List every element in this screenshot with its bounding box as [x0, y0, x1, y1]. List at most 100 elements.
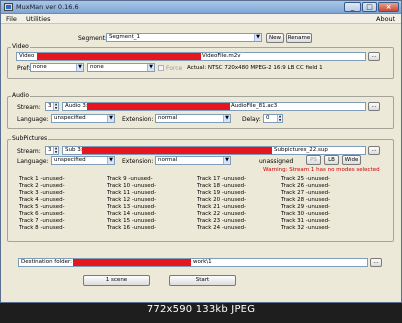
subpictures-group-title: SubPictures: [11, 135, 49, 142]
track-item: Track 32 -unused-: [281, 225, 331, 231]
rename-segment-button[interactable]: Rename: [286, 33, 312, 43]
lb-button[interactable]: LB: [324, 155, 339, 165]
sub-file-prefix: Sub 3:: [65, 147, 83, 153]
window-title: MuxMan ver 0.16.6: [16, 3, 79, 11]
menu-file[interactable]: File: [6, 15, 17, 23]
track-item: Track 3 -unused-: [19, 190, 65, 196]
track-item: Track 31 -unused-: [281, 218, 331, 224]
video-pref2-select[interactable]: none ▼: [87, 63, 155, 72]
sub-status-text: unassigned: [259, 158, 294, 165]
track-item: Track 13 -unused-: [107, 204, 157, 210]
track-item: Track 23 -unused-: [197, 218, 247, 224]
video-pref2-value: none: [90, 64, 104, 70]
redaction-bar: [37, 53, 201, 60]
track-item: Track 4 -unused-: [19, 197, 65, 203]
track-item: Track 8 -unused-: [19, 225, 65, 231]
chevron-down-icon: ▼: [254, 34, 261, 41]
audio-stream-label: Stream:: [17, 104, 41, 111]
audio-stream-spinner[interactable]: 3 ▲ ▼: [45, 102, 59, 111]
audio-group-title: Audio: [11, 92, 31, 99]
minimize-button[interactable]: _: [344, 2, 361, 12]
ps-button[interactable]: PS: [306, 155, 321, 165]
video-actual-info: Actual: NTSC 720x480 MPEG-2 16:9 LB CC f…: [187, 65, 323, 71]
track-item: Track 14 -unused-: [107, 211, 157, 217]
sub-extension-value: normal: [158, 157, 178, 163]
audio-language-value: unspecified: [54, 115, 86, 121]
audio-delay-spinner[interactable]: 0 ▲ ▼: [263, 114, 283, 123]
track-item: Track 27 -unused-: [281, 190, 331, 196]
track-item: Track 18 -unused-: [197, 183, 247, 189]
audio-group: Audio: [7, 92, 394, 129]
video-group-title: Video: [11, 43, 30, 50]
close-button[interactable]: ×: [378, 2, 399, 12]
video-file-name: VideoFile.m2v: [202, 53, 241, 59]
wide-button[interactable]: Wide: [342, 155, 361, 165]
sub-extension-label: Extension:: [122, 158, 154, 165]
menu-utilities[interactable]: Utilities: [26, 15, 50, 23]
audio-extension-select[interactable]: normal ▼: [155, 114, 231, 123]
track-item: Track 2 -unused-: [19, 183, 65, 189]
sub-file-name: Subpictures_22.sup: [274, 147, 328, 153]
video-pref1-select[interactable]: none ▼: [30, 63, 84, 72]
video-browse-button[interactable]: ...: [368, 52, 380, 61]
chevron-down-icon: ▼: [76, 64, 83, 71]
sub-file-field[interactable]: Sub 3: Subpictures_22.sup: [62, 146, 366, 155]
new-segment-button[interactable]: New: [266, 33, 284, 43]
redaction-bar: [87, 103, 230, 110]
redaction-bar: [82, 147, 272, 154]
spin-arrows-icon[interactable]: ▲ ▼: [53, 146, 58, 154]
sub-stream-label: Stream:: [17, 148, 41, 155]
sub-stream-spinner[interactable]: 3 ▲ ▼: [45, 146, 59, 155]
audio-file-prefix: Audio 3:: [65, 103, 88, 109]
audio-browse-button[interactable]: ...: [368, 102, 380, 111]
audio-language-select[interactable]: unspecified ▼: [51, 114, 115, 123]
track-item: Track 19 -unused-: [197, 190, 247, 196]
segment-select[interactable]: Segment_1 ▼: [106, 33, 262, 42]
sub-language-value: unspecified: [54, 157, 86, 163]
muxman-window: MuxMan ver 0.16.6 _ □ × File Utilities A…: [0, 0, 402, 303]
track-item: Track 11 -unused-: [107, 190, 157, 196]
video-file-field[interactable]: Video VideoFile.m2v: [16, 52, 366, 61]
track-item: Track 22 -unused-: [197, 211, 247, 217]
app-icon: [4, 3, 13, 11]
menu-about[interactable]: About: [376, 15, 395, 23]
audio-stream-value: 3: [48, 103, 52, 109]
track-item: Track 9 -unused-: [107, 176, 153, 182]
sub-language-select[interactable]: unspecified ▼: [51, 156, 115, 165]
segment-label: Segment:: [78, 35, 108, 42]
track-item: Track 12 -unused-: [107, 197, 157, 203]
start-button[interactable]: Start: [169, 275, 236, 286]
track-item: Track 10 -unused-: [107, 183, 157, 189]
audio-extension-value: normal: [158, 115, 178, 121]
audio-delay-label: Delay:: [242, 116, 261, 123]
sub-language-label: Language:: [17, 158, 49, 165]
chevron-down-icon: ▼: [147, 64, 154, 71]
track-item: Track 30 -unused-: [281, 211, 331, 217]
scene-button[interactable]: 1 scene: [83, 275, 150, 286]
track-item: Track 16 -unused-: [107, 225, 157, 231]
sub-extension-select[interactable]: normal ▼: [155, 156, 231, 165]
audio-file-field[interactable]: Audio 3: AudioFile_81.ac3: [62, 102, 366, 111]
track-item: Track 1 -unused-: [19, 176, 65, 182]
track-item: Track 6 -unused-: [19, 211, 65, 217]
track-item: Track 5 -unused-: [19, 204, 65, 210]
track-item: Track 26 -unused-: [281, 183, 331, 189]
chevron-down-icon: ▼: [223, 115, 230, 122]
destination-path: work\1: [193, 259, 212, 265]
segment-value: Segment_1: [109, 34, 140, 40]
track-item: Track 20 -unused-: [197, 197, 247, 203]
destination-field[interactable]: Destination folder: work\1: [18, 258, 368, 267]
force-checkbox[interactable]: [158, 65, 164, 71]
spin-arrows-icon[interactable]: ▲ ▼: [277, 114, 282, 122]
sub-browse-button[interactable]: ...: [368, 146, 380, 155]
track-item: Track 24 -unused-: [197, 225, 247, 231]
force-label: Force: [166, 65, 183, 72]
track-item: Track 15 -unused-: [107, 218, 157, 224]
maximize-button[interactable]: □: [362, 2, 377, 12]
sub-stream-value: 3: [48, 147, 52, 153]
chevron-down-icon: ▼: [107, 115, 114, 122]
redaction-bar: [73, 259, 191, 266]
destination-browse-button[interactable]: ...: [370, 258, 382, 267]
spin-arrows-icon[interactable]: ▲ ▼: [53, 102, 58, 110]
audio-file-name: AudioFile_81.ac3: [231, 103, 278, 109]
